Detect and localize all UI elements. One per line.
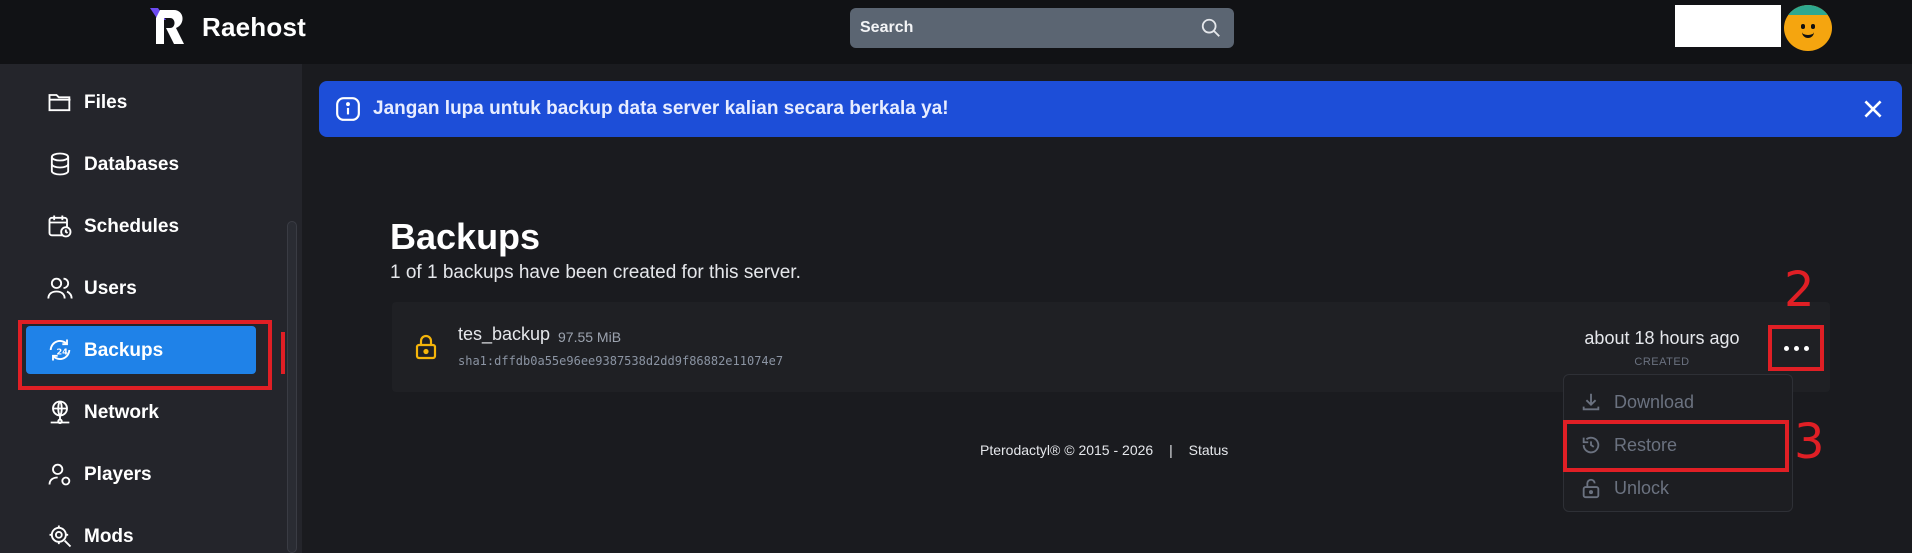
sidebar-item-files[interactable]: Files (26, 78, 256, 126)
user-gear-icon (48, 463, 71, 486)
unlock-icon (1582, 478, 1600, 499)
avatar[interactable] (1784, 5, 1832, 51)
sidebar-item-databases[interactable]: Databases (26, 140, 256, 188)
info-icon (336, 97, 360, 121)
sidebar-item-network[interactable]: Network (26, 388, 256, 436)
menu-item-label: Unlock (1614, 477, 1670, 498)
backup-created-time: about 18 hours ago (1584, 328, 1740, 348)
backup-size: 97.55 MiB (558, 329, 622, 345)
annotation-box-backups (18, 320, 272, 390)
folder-icon (48, 94, 71, 112)
calendar-clock-icon (48, 215, 72, 238)
backup-hash: sha1:dffdb0a55e96ee9387538d2dd9f86882e11… (458, 354, 784, 368)
backup-name: tes_backup (458, 324, 551, 344)
sidebar: Files Databases Schedules Users 24 Backu… (0, 64, 302, 553)
sidebar-item-label: Network (84, 401, 159, 423)
menu-item-download[interactable]: Download (1580, 387, 1694, 417)
menu-item-unlock[interactable]: Unlock (1580, 473, 1669, 503)
lock-icon (415, 334, 437, 360)
cog-search-icon (49, 525, 72, 548)
top-bar: Raehost (0, 0, 1912, 64)
close-icon[interactable] (1860, 96, 1886, 122)
backup-options-button[interactable] (1768, 325, 1824, 371)
sidebar-item-mods[interactable]: Mods (26, 512, 256, 553)
users-icon (47, 277, 73, 299)
sidebar-item-label: Mods (84, 525, 134, 547)
footer-copyright: Pterodactyl® © 2015 - 2026 (980, 442, 1154, 458)
backup-created-label: CREATED (1634, 356, 1690, 368)
active-marker (281, 332, 285, 374)
page-title: Backups (390, 216, 541, 257)
brand-name[interactable]: Raehost (202, 12, 306, 43)
footer-status-link[interactable]: Status (1189, 442, 1229, 458)
sidebar-item-players[interactable]: Players (26, 450, 256, 498)
raehost-logo[interactable] (146, 6, 190, 50)
info-banner: Jangan lupa untuk backup data server kal… (319, 81, 1902, 137)
sidebar-item-schedules[interactable]: Schedules (26, 202, 256, 250)
sidebar-item-label: Users (84, 277, 137, 299)
sidebar-scrollbar[interactable] (287, 221, 297, 553)
sidebar-item-label: Databases (84, 153, 180, 175)
network-icon (50, 400, 70, 425)
page-subtitle: 1 of 1 backups have been created for thi… (390, 262, 801, 283)
sidebar-item-users[interactable]: Users (26, 264, 256, 312)
sidebar-item-label: Players (84, 463, 152, 485)
download-icon (1582, 393, 1600, 411)
annotation-box-restore (1563, 420, 1789, 472)
search-input[interactable] (860, 8, 1180, 48)
sidebar-item-label: Files (84, 91, 128, 113)
banner-text: Jangan lupa untuk backup data server kal… (373, 98, 949, 119)
database-icon (50, 152, 70, 176)
sidebar-item-label: Schedules (84, 215, 180, 237)
annotation-3: 3 (1794, 414, 1825, 470)
footer-separator: | (1169, 442, 1173, 458)
annotation-2: 2 (1784, 262, 1815, 318)
search-icon[interactable] (1200, 17, 1222, 39)
footer: Pterodactyl® © 2015 - 2026 | Status (980, 442, 1240, 458)
search-box[interactable] (850, 8, 1234, 48)
menu-item-label: Download (1614, 391, 1695, 412)
redacted-box (1675, 5, 1781, 47)
